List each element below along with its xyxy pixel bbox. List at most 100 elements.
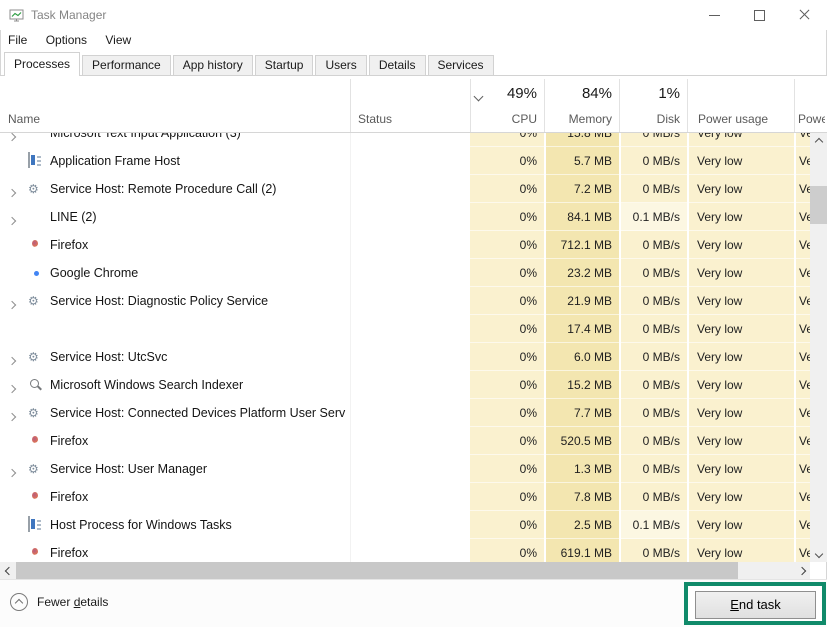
disk-cell: 0 MB/s <box>621 231 687 259</box>
scroll-up-arrow[interactable] <box>810 133 827 150</box>
menu-item[interactable]: Options <box>46 30 87 50</box>
cpu-cell: 0% <box>470 133 544 147</box>
expand-chevron-icon[interactable] <box>9 381 15 395</box>
process-name: Service Host: Connected Devices Platform… <box>50 399 346 427</box>
expand-chevron-icon[interactable] <box>9 213 15 227</box>
horizontal-scrollbar[interactable] <box>0 562 810 579</box>
process-row[interactable]: Microsoft Windows Search Indexer 0% 15.2… <box>0 371 827 399</box>
expand-chevron-icon[interactable] <box>9 465 15 479</box>
horizontal-scrollbar-thumb[interactable] <box>16 562 738 579</box>
tab[interactable]: Processes <box>4 52 80 76</box>
disk-cell: 0 MB/s <box>621 259 687 287</box>
memory-cell: 6.0 MB <box>546 343 619 371</box>
vertical-scrollbar[interactable] <box>810 133 827 562</box>
vertical-scrollbar-thumb[interactable] <box>810 186 827 224</box>
tab[interactable]: Performance <box>82 55 171 75</box>
tab[interactable]: Users <box>315 55 366 75</box>
cpu-cell: 0% <box>470 343 544 371</box>
scroll-left-arrow[interactable] <box>0 562 17 579</box>
process-name: Service Host: Remote Procedure Call (2) <box>50 175 276 203</box>
process-name: Microsoft Text Input Application (3) <box>50 133 241 147</box>
memory-cell: 7.8 MB <box>546 483 619 511</box>
tab[interactable]: App history <box>173 55 253 75</box>
column-status[interactable]: Status <box>358 112 392 126</box>
process-icon <box>28 516 30 532</box>
disk-cell: 0 MB/s <box>621 455 687 483</box>
window-title: Task Manager <box>31 0 106 30</box>
column-memory[interactable]: 84% Memory <box>546 76 619 132</box>
power-usage-cell: Very low <box>689 483 794 511</box>
power-usage-cell: Very low <box>689 511 794 539</box>
menu-item[interactable]: View <box>105 30 131 50</box>
tab[interactable]: Services <box>428 55 494 75</box>
power-trend-cell: Ve <box>796 203 810 231</box>
expand-chevron-icon[interactable] <box>9 297 15 311</box>
process-name: Firefox <box>50 539 88 562</box>
expand-chevron-icon[interactable] <box>9 185 15 199</box>
process-row[interactable]: Application Frame Host 0% 5.7 MB 0 MB/s … <box>0 147 827 175</box>
scroll-right-arrow[interactable] <box>793 562 810 579</box>
process-name: Firefox <box>50 427 88 455</box>
process-row[interactable]: Firefox 0% 7.8 MB 0 MB/s Very low Ve <box>0 483 827 511</box>
power-trend-cell: Ve <box>796 147 810 175</box>
process-row[interactable]: Service Host: UtcSvc 0% 6.0 MB 0 MB/s Ve… <box>0 343 827 371</box>
process-row[interactable]: Service Host: User Manager 0% 1.3 MB 0 M… <box>0 455 827 483</box>
process-row[interactable]: Microsoft Text Input Application (3) 0% … <box>0 133 827 147</box>
disk-cell: 0 MB/s <box>621 147 687 175</box>
column-power-usage[interactable]: Power usage <box>698 112 768 126</box>
menu-item[interactable]: File <box>8 30 27 50</box>
power-trend-cell: Ve <box>796 287 810 315</box>
menu-bar: File Options View <box>0 30 827 51</box>
power-usage-cell: Very low <box>689 133 794 147</box>
memory-cell: 15.8 MB <box>546 133 619 147</box>
close-button[interactable] <box>782 0 827 30</box>
scroll-down-arrow[interactable] <box>810 545 827 562</box>
maximize-button[interactable] <box>737 0 782 30</box>
memory-total-percent: 84% <box>582 85 612 102</box>
click-target-annotation: End task <box>684 582 826 625</box>
disk-cell: 0 MB/s <box>621 483 687 511</box>
task-manager-window: Task Manager File Options View Processes… <box>0 0 827 627</box>
cpu-cell: 0% <box>470 539 544 562</box>
cpu-cell: 0% <box>470 455 544 483</box>
memory-cell: 23.2 MB <box>546 259 619 287</box>
cpu-cell: 0% <box>470 371 544 399</box>
minimize-icon <box>709 15 720 16</box>
power-trend-cell: Ve <box>796 175 810 203</box>
process-row[interactable]: Firefox 0% 520.5 MB 0 MB/s Very low Ve <box>0 427 827 455</box>
window-controls <box>692 0 827 30</box>
column-name[interactable]: Name <box>8 112 40 126</box>
column-disk[interactable]: 1% Disk <box>621 76 687 132</box>
process-row[interactable]: Firefox 0% 712.1 MB 0 MB/s Very low Ve <box>0 231 827 259</box>
column-header-row: Name Status 49% CPU 84% Memory 1% Disk P… <box>0 76 827 133</box>
process-row[interactable]: Service Host: Connected Devices Platform… <box>0 399 827 427</box>
expand-chevron-icon[interactable] <box>9 353 15 367</box>
tab[interactable]: Details <box>369 55 426 75</box>
minimize-button[interactable] <box>692 0 737 30</box>
process-row[interactable]: Google Chrome 0% 23.2 MB 0 MB/s Very low… <box>0 259 827 287</box>
process-row[interactable]: LINE (2) 0% 84.1 MB 0.1 MB/s Very low Ve <box>0 203 827 231</box>
expand-chevron-icon[interactable] <box>9 133 15 143</box>
disk-cell: 0 MB/s <box>621 175 687 203</box>
expand-chevron-icon[interactable] <box>9 409 15 423</box>
process-row[interactable]: Host Process for Windows Tasks 0% 2.5 MB… <box>0 511 827 539</box>
power-usage-cell: Very low <box>689 203 794 231</box>
tab[interactable]: Startup <box>255 55 314 75</box>
power-usage-cell: Very low <box>689 539 794 562</box>
end-task-button[interactable]: End task <box>695 591 816 619</box>
process-name: Microsoft Windows Search Indexer <box>50 371 243 399</box>
process-name: Firefox <box>50 231 88 259</box>
process-row[interactable]: Firefox 0% 619.1 MB 0 MB/s Very low Ve <box>0 539 827 562</box>
disk-cell: 0 MB/s <box>621 371 687 399</box>
process-row[interactable]: 0% 17.4 MB 0 MB/s Very low Ve <box>0 315 827 343</box>
power-trend-cell: Ve <box>796 371 810 399</box>
fewer-details-toggle[interactable]: Fewer details <box>10 593 108 611</box>
power-usage-cell: Very low <box>689 427 794 455</box>
process-row[interactable]: Service Host: Remote Procedure Call (2) … <box>0 175 827 203</box>
power-usage-cell: Very low <box>689 287 794 315</box>
power-trend-cell: Ve <box>796 231 810 259</box>
process-row[interactable]: Service Host: Diagnostic Policy Service … <box>0 287 827 315</box>
column-power-trend-clipped[interactable]: Powe <box>798 112 825 126</box>
process-name: Firefox <box>50 483 88 511</box>
column-cpu[interactable]: 49% CPU <box>470 76 544 132</box>
